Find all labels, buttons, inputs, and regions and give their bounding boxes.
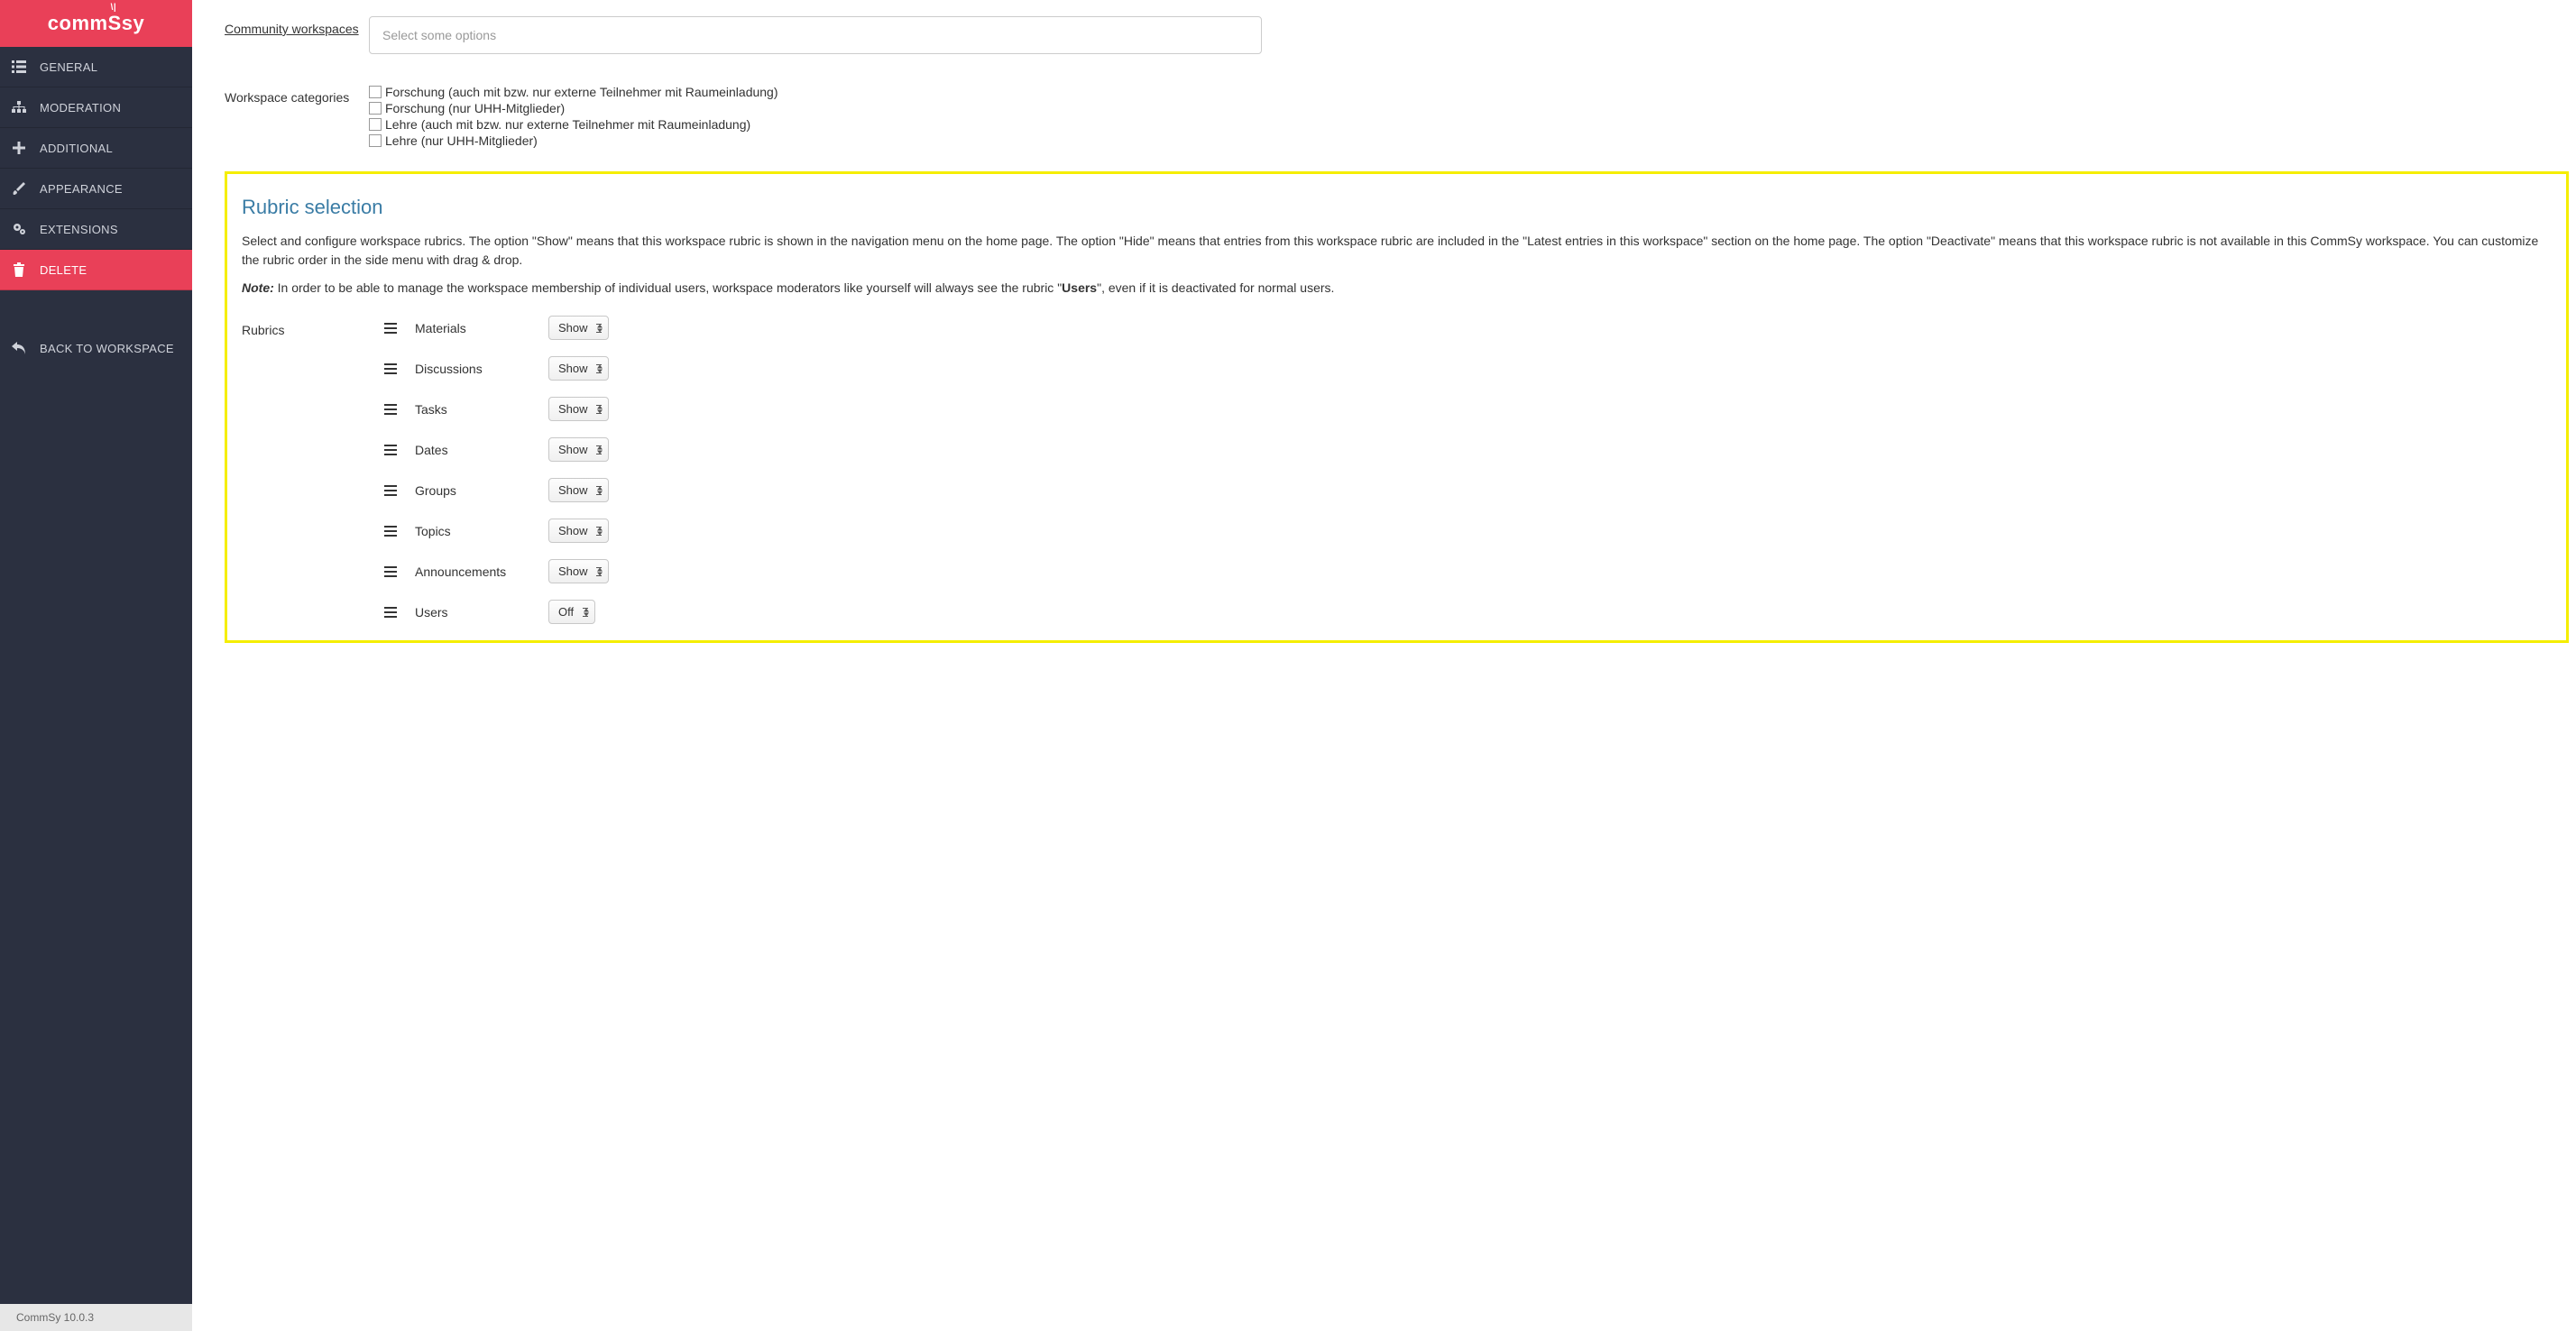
rubric-section-title: Rubric selection xyxy=(242,196,2552,219)
logo: commS\|sy xyxy=(0,0,192,47)
community-workspaces-label[interactable]: Community workspaces xyxy=(225,16,369,36)
note-prefix: Note: xyxy=(242,280,274,295)
rubric-select-wrap: Show xyxy=(548,397,609,421)
checkbox-label: Lehre (nur UHH-Mitglieder) xyxy=(385,133,538,148)
back-to-workspace[interactable]: BACK TO WORKSPACE xyxy=(0,328,192,368)
back-label: BACK TO WORKSPACE xyxy=(40,342,174,355)
checkbox[interactable] xyxy=(369,118,382,131)
sidebar-item-appearance[interactable]: APPEARANCE xyxy=(0,169,192,209)
sidebar-item-label: GENERAL xyxy=(40,60,97,74)
sidebar: commS\|sy GENERAL MODERATION ADDITIONAL xyxy=(0,0,192,1331)
rubric-visibility-select[interactable]: Show xyxy=(548,356,609,381)
sidebar-item-delete[interactable]: DELETE xyxy=(0,250,192,290)
workspace-category-item[interactable]: Lehre (auch mit bzw. nur externe Teilneh… xyxy=(369,117,2540,132)
version-text: CommSy 10.0.3 xyxy=(16,1311,94,1324)
drag-handle-icon[interactable] xyxy=(384,445,399,455)
rubric-selection-section: Rubric selection Select and configure wo… xyxy=(225,171,2569,643)
workspace-categories-list: Forschung (auch mit bzw. nur externe Tei… xyxy=(369,85,2540,148)
checkbox-label: Forschung (auch mit bzw. nur externe Tei… xyxy=(385,85,778,99)
rubric-select-wrap: Show xyxy=(548,316,609,340)
workspace-category-item[interactable]: Forschung (nur UHH-Mitglieder) xyxy=(369,101,2540,115)
drag-handle-icon[interactable] xyxy=(384,404,399,415)
rubric-section-description: Select and configure workspace rubrics. … xyxy=(242,232,2552,270)
rubric-item: Users Off xyxy=(384,600,609,624)
drag-handle-icon[interactable] xyxy=(384,323,399,334)
rubric-visibility-select[interactable]: Show xyxy=(548,519,609,543)
community-workspaces-select[interactable]: Select some options xyxy=(369,16,1262,54)
rubric-select-wrap: Show xyxy=(548,519,609,543)
checkbox[interactable] xyxy=(369,86,382,98)
rubric-visibility-select[interactable]: Show xyxy=(548,559,609,583)
list-icon xyxy=(11,59,27,75)
sidebar-item-label: APPEARANCE xyxy=(40,182,123,196)
back-arrow-icon xyxy=(11,340,27,356)
checkbox[interactable] xyxy=(369,134,382,147)
rubric-visibility-select[interactable]: Show xyxy=(548,478,609,502)
rubric-item: Materials Show xyxy=(384,316,609,340)
rubric-item: Dates Show xyxy=(384,437,609,462)
main: Community workspaces Select some options… xyxy=(192,0,2576,1331)
checkbox-label: Lehre (auch mit bzw. nur externe Teilneh… xyxy=(385,117,750,132)
drag-handle-icon[interactable] xyxy=(384,607,399,618)
rubrics-list: MaterialsShowDiscussionsShowTasksShowDat… xyxy=(384,316,609,624)
rubric-visibility-select[interactable]: Show xyxy=(548,437,609,462)
sidebar-item-general[interactable]: GENERAL xyxy=(0,47,192,87)
rubric-visibility-select[interactable]: Off xyxy=(548,600,595,624)
sidebar-item-moderation[interactable]: MODERATION xyxy=(0,87,192,128)
brush-icon xyxy=(11,180,27,197)
rubric-name: Dates xyxy=(415,443,532,457)
rubric-visibility-select[interactable]: Show xyxy=(548,397,609,421)
rubric-name: Materials xyxy=(415,321,532,335)
rubric-item: Topics Show xyxy=(384,519,609,543)
checkbox-label: Forschung (nur UHH-Mitglieder) xyxy=(385,101,565,115)
rubric-name: Announcements xyxy=(415,565,532,579)
note-text-1: In order to be able to manage the worksp… xyxy=(274,280,1062,295)
sidebar-item-label: EXTENSIONS xyxy=(40,223,118,236)
note-bold: Users xyxy=(1062,280,1097,295)
nav: GENERAL MODERATION ADDITIONAL APPEARANCE xyxy=(0,47,192,368)
workspace-categories-label: Workspace categories xyxy=(225,85,369,105)
rubric-item: Discussions Show xyxy=(384,356,609,381)
logo-text: commS\|sy xyxy=(48,12,144,35)
plus-icon xyxy=(11,140,27,156)
rubric-item: Announcements Show xyxy=(384,559,609,583)
rubric-name: Users xyxy=(415,605,532,620)
rubrics-label: Rubrics xyxy=(242,316,384,337)
rubric-select-wrap: Show xyxy=(548,356,609,381)
drag-handle-icon[interactable] xyxy=(384,526,399,537)
workspace-category-item[interactable]: Lehre (nur UHH-Mitglieder) xyxy=(369,133,2540,148)
sidebar-item-extensions[interactable]: EXTENSIONS xyxy=(0,209,192,250)
rubric-select-wrap: Show xyxy=(548,559,609,583)
sidebar-item-label: MODERATION xyxy=(40,101,121,115)
sitemap-icon xyxy=(11,99,27,115)
sidebar-item-additional[interactable]: ADDITIONAL xyxy=(0,128,192,169)
drag-handle-icon[interactable] xyxy=(384,363,399,374)
footer: CommSy 10.0.3 xyxy=(0,1304,192,1331)
gears-icon xyxy=(11,221,27,237)
note-text-2: ", even if it is deactivated for normal … xyxy=(1097,280,1334,295)
rubric-name: Topics xyxy=(415,524,532,538)
rubric-visibility-select[interactable]: Show xyxy=(548,316,609,340)
sidebar-item-label: ADDITIONAL xyxy=(40,142,113,155)
rubric-select-wrap: Show xyxy=(548,478,609,502)
checkbox[interactable] xyxy=(369,102,382,115)
nav-spacer xyxy=(0,290,192,328)
workspace-category-item[interactable]: Forschung (auch mit bzw. nur externe Tei… xyxy=(369,85,2540,99)
rubric-item: Tasks Show xyxy=(384,397,609,421)
rubric-select-wrap: Show xyxy=(548,437,609,462)
trash-icon xyxy=(11,262,27,278)
drag-handle-icon[interactable] xyxy=(384,485,399,496)
drag-handle-icon[interactable] xyxy=(384,566,399,577)
rubric-item: Groups Show xyxy=(384,478,609,502)
rubric-name: Groups xyxy=(415,483,532,498)
rubric-section-note: Note: In order to be able to manage the … xyxy=(242,279,2552,298)
rubric-name: Tasks xyxy=(415,402,532,417)
rubric-name: Discussions xyxy=(415,362,532,376)
sidebar-item-label: DELETE xyxy=(40,263,87,277)
rubric-select-wrap: Off xyxy=(548,600,595,624)
